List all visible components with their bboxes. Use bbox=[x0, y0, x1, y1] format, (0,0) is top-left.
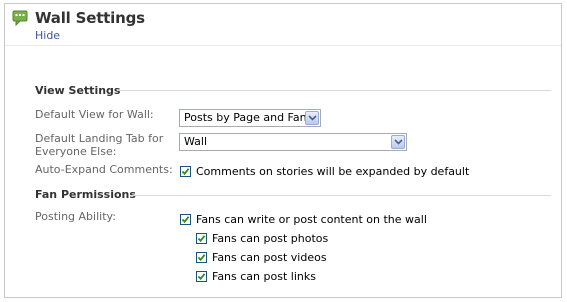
post-videos-label: Fans can post videos bbox=[212, 250, 327, 264]
post-links-checkbox[interactable] bbox=[196, 270, 207, 282]
post-links-option[interactable]: Fans can post links bbox=[196, 268, 316, 284]
landing-tab-value: Wall bbox=[184, 135, 208, 148]
auto-expand-checkbox-label: Comments on stories will be expanded by … bbox=[196, 164, 470, 178]
fan-permissions-heading: Fan Permissions bbox=[35, 188, 136, 201]
post-photos-option[interactable]: Fans can post photos bbox=[196, 230, 328, 246]
panel-header: Wall Settings Hide bbox=[5, 4, 561, 46]
landing-tab-label-line1: Default Landing Tab for bbox=[35, 132, 164, 145]
chevron-down-icon bbox=[305, 111, 319, 125]
auto-expand-checkbox[interactable] bbox=[180, 165, 191, 177]
landing-tab-label-line2: Everyone Else: bbox=[35, 145, 117, 158]
landing-tab-select[interactable]: Wall bbox=[179, 133, 407, 151]
section-divider bbox=[117, 90, 551, 91]
wall-settings-panel: Wall Settings Hide View Settings Default… bbox=[4, 3, 562, 298]
default-view-value: Posts by Page and Fans bbox=[184, 111, 313, 124]
post-links-label: Fans can post links bbox=[212, 269, 316, 283]
fans-can-post-checkbox[interactable] bbox=[180, 213, 191, 225]
landing-tab-label: Default Landing Tab for Everyone Else: bbox=[35, 132, 173, 158]
post-photos-label: Fans can post photos bbox=[212, 231, 329, 245]
default-view-label: Default View for Wall: bbox=[35, 108, 154, 121]
chevron-down-icon bbox=[391, 135, 405, 149]
post-videos-option[interactable]: Fans can post videos bbox=[196, 249, 327, 265]
auto-expand-option[interactable]: Comments on stories will be expanded by … bbox=[180, 163, 469, 179]
fans-can-post-label: Fans can write or post content on the wa… bbox=[196, 212, 427, 226]
section-divider bbox=[131, 195, 551, 196]
default-view-select[interactable]: Posts by Page and Fans bbox=[179, 109, 321, 127]
hide-link[interactable]: Hide bbox=[35, 29, 60, 42]
view-settings-heading: View Settings bbox=[35, 84, 121, 97]
posting-ability-label: Posting Ability: bbox=[35, 210, 116, 223]
page-title: Wall Settings bbox=[35, 9, 145, 27]
post-videos-checkbox[interactable] bbox=[196, 251, 207, 263]
wall-chat-bubble-icon bbox=[12, 10, 28, 27]
post-photos-checkbox[interactable] bbox=[196, 232, 207, 244]
auto-expand-label: Auto-Expand Comments: bbox=[35, 163, 173, 176]
fans-can-post-option[interactable]: Fans can write or post content on the wa… bbox=[180, 211, 427, 227]
